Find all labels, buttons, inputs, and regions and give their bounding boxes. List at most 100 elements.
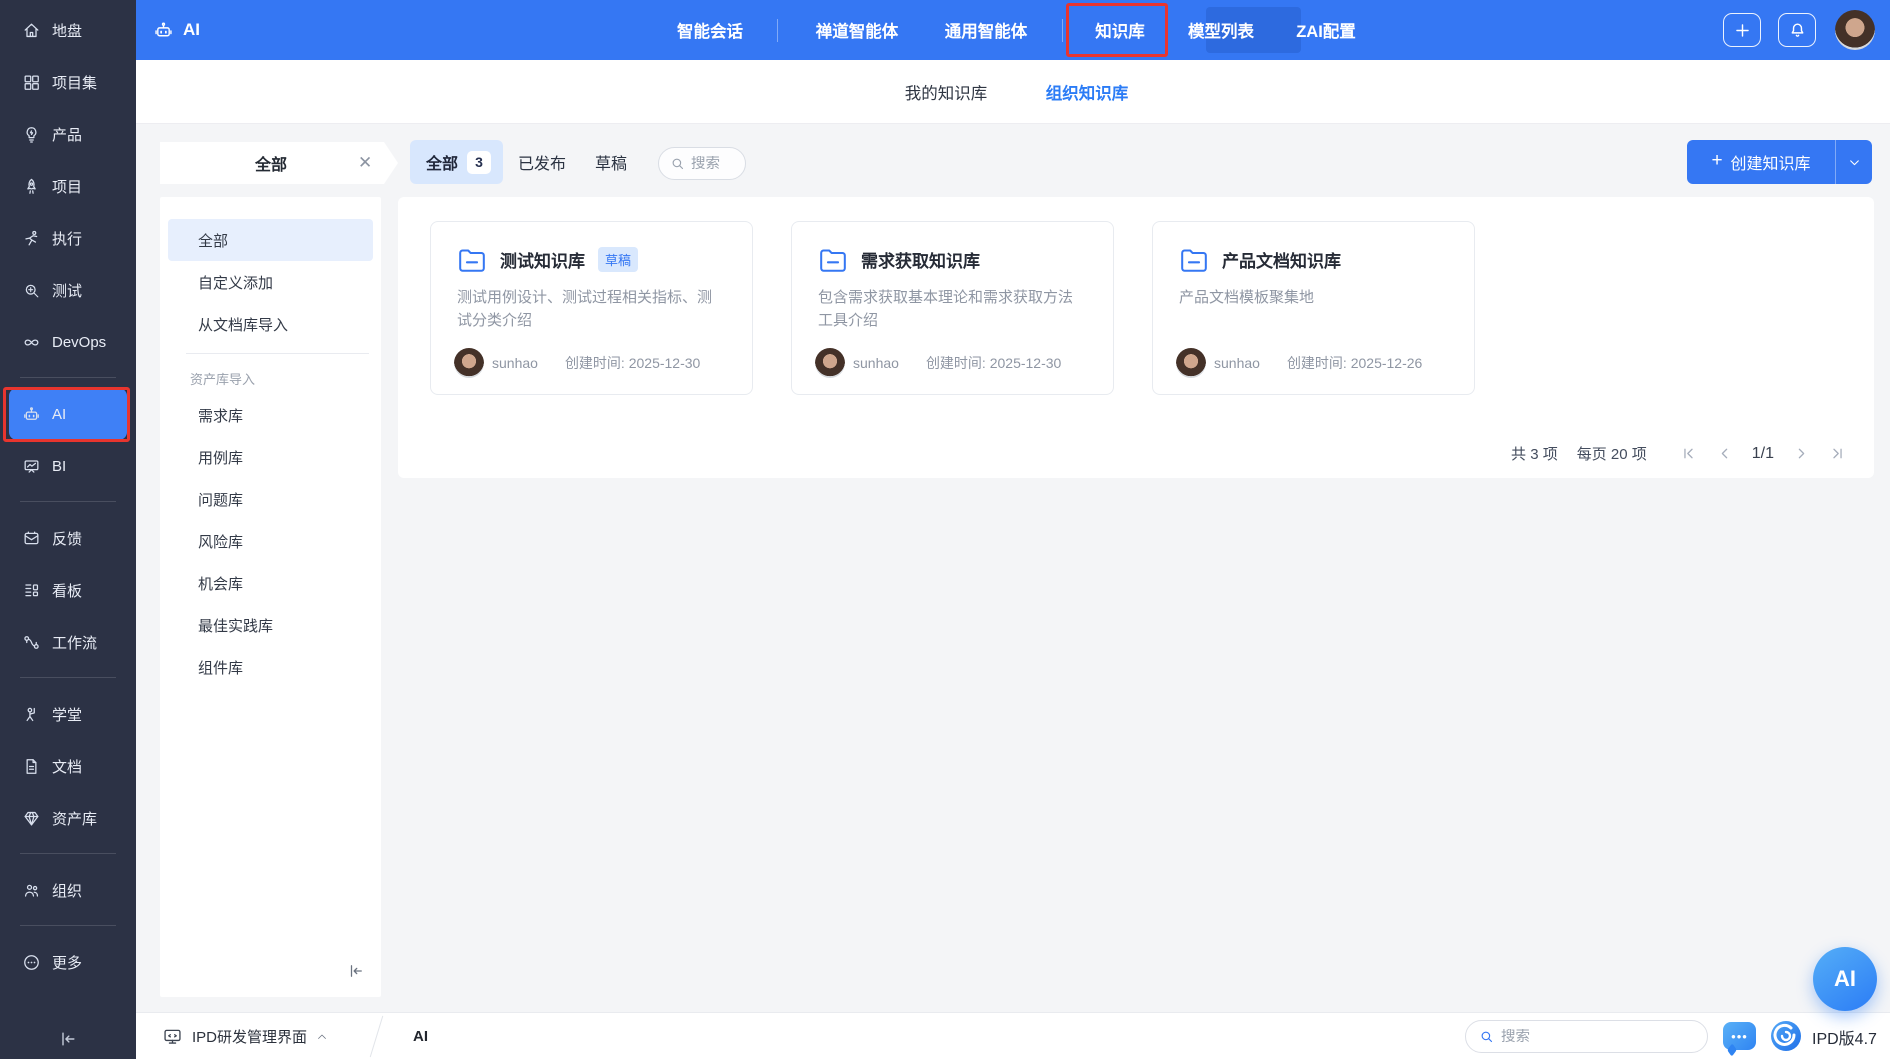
- workspace-label: IPD研发管理界面: [192, 1026, 307, 1047]
- pagination-next-button[interactable]: [1793, 445, 1810, 462]
- sidebar-item-label: AI: [52, 406, 66, 423]
- sidebar-item-label: 工作流: [52, 632, 97, 653]
- category-item-usecase-lib[interactable]: 用例库: [168, 436, 373, 478]
- panel-collapse-button[interactable]: [347, 962, 365, 985]
- filter-header: 全部 ✕: [160, 142, 398, 184]
- card-owner: sunhao: [853, 355, 899, 371]
- pagination-first-button[interactable]: [1680, 445, 1697, 462]
- main-sidebar: 地盘 项目集 产品 项目 执行 测试 DevOps AI: [0, 0, 136, 1059]
- knowledge-card-requirement[interactable]: 需求获取知识库 包含需求获取基本理论和需求获取方法工具介绍 sunhao 创建时…: [791, 221, 1114, 395]
- card-footer: sunhao 创建时间: 2025-12-30: [454, 348, 732, 378]
- category-item-all[interactable]: 全部: [168, 219, 373, 261]
- nav-item-general-agent[interactable]: 通用智能体: [945, 0, 1028, 60]
- floating-ai-button[interactable]: AI: [1813, 947, 1877, 1011]
- nav-item-knowledge-base[interactable]: 知识库: [1095, 0, 1145, 60]
- card-title-row: 需求获取知识库: [818, 246, 1087, 273]
- tab-my-knowledge-base[interactable]: 我的知识库: [905, 60, 988, 124]
- knowledge-card-product-doc[interactable]: 产品文档知识库 产品文档模板聚集地 sunhao 创建时间: 2025-12-2…: [1152, 221, 1475, 395]
- zentao-logo[interactable]: [1770, 1020, 1802, 1052]
- nav-item-smart-chat[interactable]: 智能会话: [677, 0, 743, 60]
- category-item-requirement-lib[interactable]: 需求库: [168, 394, 373, 436]
- nav-item-model-list[interactable]: 模型列表: [1188, 0, 1254, 60]
- header-notifications-button[interactable]: [1778, 13, 1816, 47]
- sidebar-item-school[interactable]: 学堂: [0, 688, 136, 740]
- card-description: 测试用例设计、测试过程相关指标、测试分类介绍: [457, 286, 726, 334]
- category-panel: 全部 自定义添加 从文档库导入 资产库导入 需求库 用例库 问题库 风险库 机会…: [160, 197, 381, 997]
- knowledge-card-test[interactable]: 测试知识库 草稿 测试用例设计、测试过程相关指标、测试分类介绍 sunhao 创…: [430, 221, 753, 395]
- sidebar-item-execution[interactable]: 执行: [0, 212, 136, 264]
- nav-separator: [777, 19, 778, 42]
- category-item-best-practice-lib[interactable]: 最佳实践库: [168, 604, 373, 646]
- category-item-issue-lib[interactable]: 问题库: [168, 478, 373, 520]
- plus-icon: [1733, 21, 1752, 40]
- sidebar-item-label: 反馈: [52, 528, 82, 549]
- more-ellipsis-icon: [22, 953, 41, 972]
- toolbar-tab-all[interactable]: 全部 3: [410, 140, 503, 184]
- app-brand: AI: [153, 0, 200, 60]
- card-title: 测试知识库: [500, 247, 585, 272]
- product-bulb-icon: [22, 125, 41, 144]
- knowledge-cards-panel: 测试知识库 草稿 测试用例设计、测试过程相关指标、测试分类介绍 sunhao 创…: [398, 197, 1874, 478]
- create-button-main[interactable]: +创建知识库: [1687, 150, 1835, 174]
- sidebar-item-home[interactable]: 地盘: [0, 4, 136, 56]
- header-add-button[interactable]: [1723, 13, 1761, 47]
- create-knowledge-base-button[interactable]: +创建知识库: [1687, 140, 1872, 184]
- workspace-switcher[interactable]: IPD研发管理界面: [162, 1013, 328, 1059]
- sidebar-item-program[interactable]: 项目集: [0, 56, 136, 108]
- sidebar-item-bi[interactable]: BI: [0, 440, 136, 492]
- category-item-risk-lib[interactable]: 风险库: [168, 520, 373, 562]
- sidebar-item-doc[interactable]: 文档: [0, 740, 136, 792]
- bottom-search: [1465, 1020, 1708, 1053]
- sidebar-item-kanban[interactable]: 看板: [0, 564, 136, 616]
- category-item-import-doc[interactable]: 从文档库导入: [168, 303, 373, 345]
- breadcrumb-separator: [370, 1016, 384, 1057]
- category-item-component-lib[interactable]: 组件库: [168, 646, 373, 688]
- collapse-left-icon: [58, 1029, 78, 1049]
- asset-diamond-icon: [22, 809, 41, 828]
- create-button-dropdown[interactable]: [1835, 140, 1872, 184]
- bottom-search-input[interactable]: [1501, 1029, 1661, 1045]
- sidebar-item-workflow[interactable]: 工作流: [0, 616, 136, 668]
- card-description: 产品文档模板聚集地: [1179, 286, 1448, 334]
- sidebar-item-asset[interactable]: 资产库: [0, 792, 136, 844]
- card-created-time: 创建时间: 2025-12-30: [926, 353, 1061, 373]
- tab-org-knowledge-base[interactable]: 组织知识库: [1046, 60, 1129, 124]
- sidebar-item-product[interactable]: 产品: [0, 108, 136, 160]
- sidebar-collapse-button[interactable]: [0, 1029, 136, 1049]
- execution-runner-icon: [22, 229, 41, 248]
- sidebar-item-devops[interactable]: DevOps: [0, 316, 136, 368]
- pagination-prev-button[interactable]: [1716, 445, 1733, 462]
- pagination-per-page[interactable]: 每页 20 项: [1577, 443, 1647, 464]
- filter-clear-icon[interactable]: ✕: [358, 153, 398, 173]
- filter-header-title: 全部: [160, 151, 358, 175]
- sidebar-item-more[interactable]: 更多: [0, 936, 136, 988]
- toolbar-tab-all-label: 全部: [426, 150, 458, 174]
- nav-item-zai-config[interactable]: ZAI配置: [1296, 0, 1356, 60]
- sidebar-item-label: DevOps: [52, 334, 106, 351]
- nav-item-zentao-agent[interactable]: 禅道智能体: [816, 0, 899, 60]
- card-created-time: 创建时间: 2025-12-30: [565, 353, 700, 373]
- pagination-last-button[interactable]: [1829, 445, 1846, 462]
- card-footer: sunhao 创建时间: 2025-12-26: [1176, 348, 1454, 378]
- sidebar-item-label: 项目集: [52, 72, 97, 93]
- toolbar-tab-draft[interactable]: 草稿: [595, 140, 627, 184]
- sidebar-divider: [20, 501, 116, 502]
- create-button-label: 创建知识库: [1731, 150, 1811, 174]
- sidebar-item-feedback[interactable]: 反馈: [0, 512, 136, 564]
- owner-avatar: [815, 348, 845, 378]
- chat-bubble-icon[interactable]: •••: [1723, 1022, 1756, 1050]
- category-item-opportunity-lib[interactable]: 机会库: [168, 562, 373, 604]
- bi-board-icon: [22, 457, 41, 476]
- sidebar-item-test[interactable]: 测试: [0, 264, 136, 316]
- sidebar-item-project[interactable]: 项目: [0, 160, 136, 212]
- chevron-down-icon: [1848, 156, 1861, 169]
- bell-icon: [1788, 21, 1807, 40]
- toolbar-tab-published[interactable]: 已发布: [518, 140, 566, 184]
- toolbar-search-input[interactable]: [691, 156, 741, 172]
- sidebar-divider: [20, 853, 116, 854]
- user-avatar[interactable]: [1835, 10, 1875, 50]
- sidebar-item-ai[interactable]: AI: [9, 388, 127, 440]
- sidebar-item-org[interactable]: 组织: [0, 864, 136, 916]
- sidebar-item-label: 测试: [52, 280, 82, 301]
- category-item-custom-add[interactable]: 自定义添加: [168, 261, 373, 303]
